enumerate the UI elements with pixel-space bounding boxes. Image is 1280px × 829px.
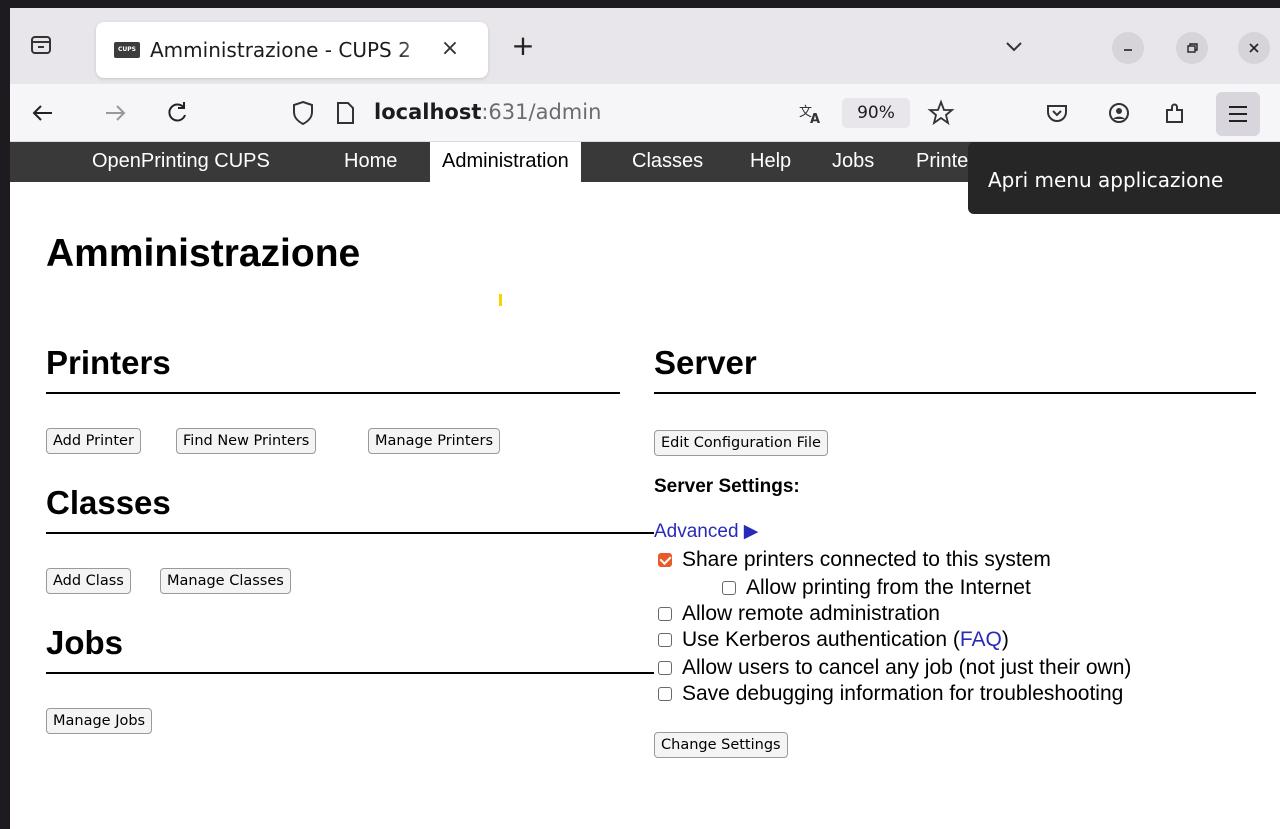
navigation-toolbar: localhost:631/admin 文A 90%	[10, 84, 1280, 142]
option-allow-internet-printing[interactable]: Allow printing from the Internet	[722, 576, 1031, 600]
kerberos-checkbox[interactable]	[658, 633, 672, 647]
browser-window: CUPS Amministrazione - CUPS 2 × + localh…	[10, 8, 1280, 829]
server-heading: Server	[654, 344, 757, 381]
extensions-icon[interactable]	[1160, 98, 1190, 128]
change-settings-button[interactable]: Change Settings	[654, 732, 788, 758]
nav-home[interactable]: Home	[344, 142, 397, 182]
app-menu-tooltip: Apri menu applicazione	[968, 142, 1280, 214]
advanced-settings-link[interactable]: Advanced ▶	[654, 520, 758, 543]
add-class-button[interactable]: Add Class	[46, 568, 131, 594]
chevron-down-icon[interactable]	[1000, 32, 1028, 60]
manage-printers-button[interactable]: Manage Printers	[368, 428, 500, 454]
pocket-icon[interactable]	[1042, 98, 1072, 128]
option-label: Allow printing from the Internet	[746, 576, 1031, 599]
reload-icon[interactable]	[162, 98, 192, 128]
svg-text:A: A	[810, 112, 820, 127]
option-debug-logging[interactable]: Save debugging information for troublesh…	[658, 682, 1123, 706]
address-bar[interactable]: localhost:631/admin 文A 90%	[266, 90, 974, 134]
option-label: Use Kerberos authentication (	[682, 628, 960, 651]
printers-divider	[46, 392, 620, 394]
nav-administration[interactable]: Administration	[430, 142, 581, 182]
url-path: :631/admin	[481, 100, 602, 124]
option-label: Save debugging information for troublesh…	[682, 682, 1124, 705]
translate-icon[interactable]: 文A	[796, 98, 826, 128]
browser-tab-active[interactable]: CUPS Amministrazione - CUPS 2 ×	[96, 22, 488, 78]
manage-jobs-button[interactable]: Manage Jobs	[46, 708, 153, 734]
cups-brand-link[interactable]: OpenPrinting CUPS	[92, 142, 270, 182]
server-settings-label: Server Settings:	[654, 476, 800, 497]
bookmark-star-icon[interactable]	[926, 98, 956, 128]
option-share-printers[interactable]: Share printers connected to this system	[658, 548, 1051, 572]
restore-button[interactable]	[1176, 32, 1208, 64]
page-content: Amministrazione Printers Add Printer Fin…	[10, 182, 1280, 829]
edit-configuration-file-button[interactable]: Edit Configuration File	[654, 430, 828, 456]
option-label: Share printers connected to this system	[682, 548, 1051, 571]
option-kerberos[interactable]: Use Kerberos authentication (FAQ)	[658, 628, 1009, 652]
jobs-heading: Jobs	[46, 624, 124, 661]
option-label: Allow remote administration	[682, 602, 940, 625]
page-info-icon[interactable]	[330, 98, 360, 128]
tab-overview-icon[interactable]	[30, 34, 52, 56]
zoom-level-badge[interactable]: 90%	[842, 98, 910, 128]
close-window-button[interactable]	[1238, 32, 1270, 64]
url-host: localhost	[374, 100, 482, 124]
nav-classes[interactable]: Classes	[632, 142, 703, 182]
nav-jobs[interactable]: Jobs	[832, 142, 874, 182]
url-text[interactable]: localhost:631/admin	[374, 100, 601, 124]
cancel-any-job-checkbox[interactable]	[658, 661, 672, 675]
shield-icon[interactable]	[288, 98, 318, 128]
text-cursor	[499, 294, 502, 306]
tab-title: Amministrazione - CUPS 2	[150, 38, 411, 62]
printers-heading: Printers	[46, 344, 171, 381]
classes-heading: Classes	[46, 484, 171, 521]
share-printers-checkbox[interactable]	[658, 553, 672, 567]
tab-bar: CUPS Amministrazione - CUPS 2 × +	[10, 8, 1280, 84]
remote-admin-checkbox[interactable]	[658, 607, 672, 621]
cups-favicon-icon: CUPS	[114, 42, 140, 58]
minimize-button[interactable]	[1112, 32, 1144, 64]
add-printer-button[interactable]: Add Printer	[46, 428, 141, 454]
option-remote-admin[interactable]: Allow remote administration	[658, 602, 940, 626]
app-menu-button[interactable]	[1216, 92, 1260, 136]
option-label-suffix: )	[1001, 628, 1009, 651]
close-tab-icon[interactable]: ×	[436, 35, 464, 63]
jobs-divider	[46, 672, 654, 674]
find-new-printers-button[interactable]: Find New Printers	[176, 428, 317, 454]
faq-link[interactable]: FAQ	[960, 628, 1002, 651]
forward-arrow-icon[interactable]	[100, 98, 130, 128]
new-tab-button[interactable]: +	[506, 30, 540, 64]
server-divider	[654, 392, 1256, 394]
account-icon[interactable]	[1104, 98, 1134, 128]
option-cancel-any-job[interactable]: Allow users to cancel any job (not just …	[658, 656, 1131, 680]
classes-divider	[46, 532, 654, 534]
allow-internet-printing-checkbox[interactable]	[722, 581, 736, 595]
back-arrow-icon[interactable]	[28, 98, 58, 128]
manage-classes-button[interactable]: Manage Classes	[160, 568, 291, 594]
nav-help[interactable]: Help	[750, 142, 791, 182]
option-label: Allow users to cancel any job (not just …	[682, 656, 1132, 679]
debug-logging-checkbox[interactable]	[658, 687, 672, 701]
page-title: Amministrazione	[46, 232, 361, 275]
